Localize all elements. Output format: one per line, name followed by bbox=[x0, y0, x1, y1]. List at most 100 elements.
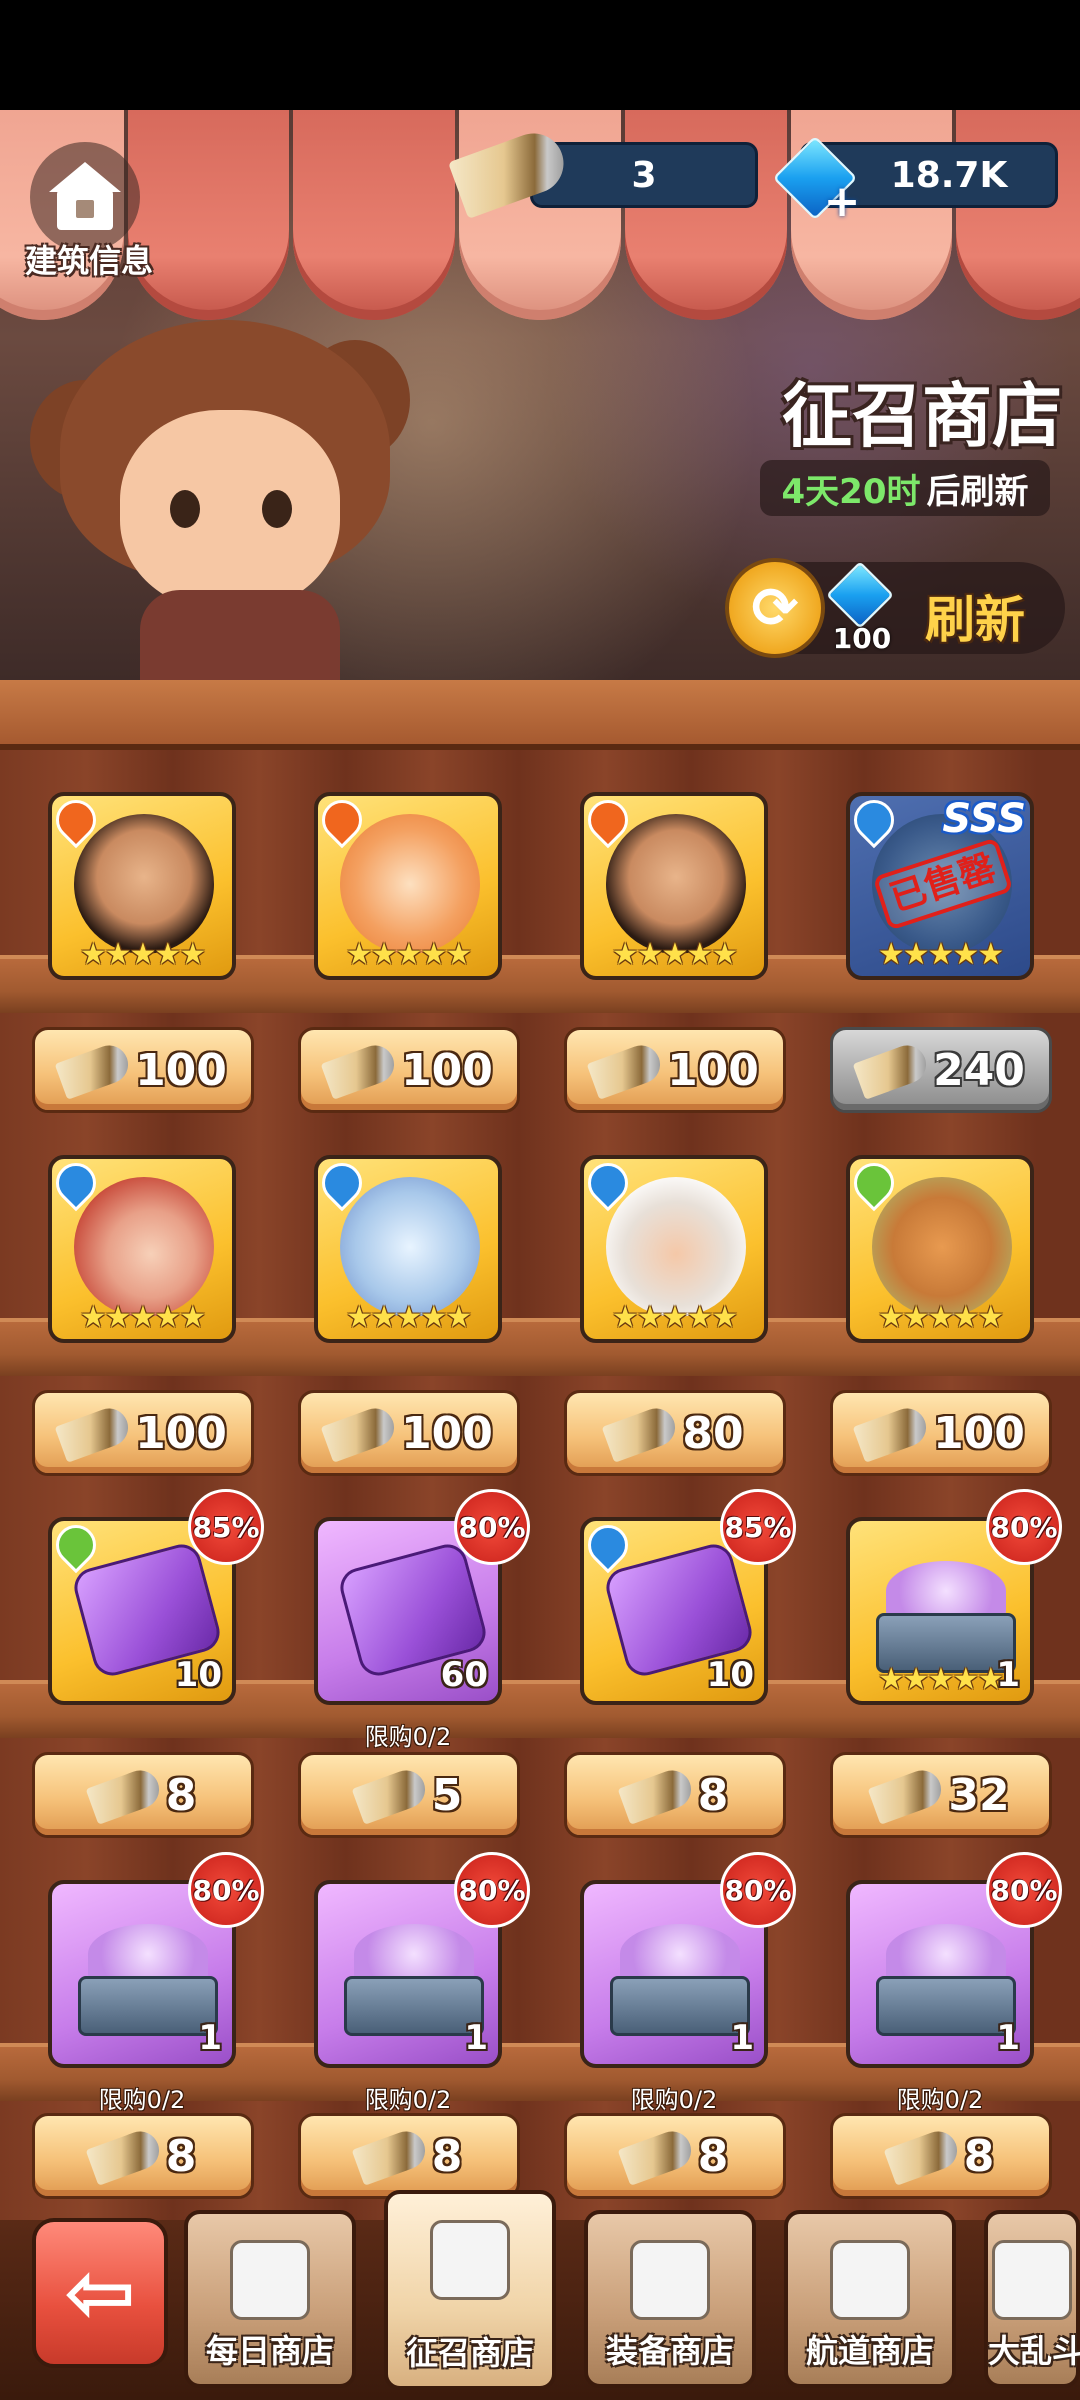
chest-box bbox=[344, 1976, 484, 2036]
tab-shop-1[interactable]: 征召商店 bbox=[384, 2190, 556, 2390]
price-value: 32 bbox=[948, 1769, 1010, 1821]
star-rating: ★★★★★ bbox=[611, 1300, 738, 1335]
hero-portrait bbox=[606, 1177, 746, 1317]
gem-amount: 18.7K bbox=[890, 154, 1008, 196]
price-value: 8 bbox=[697, 2130, 729, 2182]
discount-badge: 85% bbox=[720, 1489, 796, 1565]
item-card[interactable]: ★★★★★ bbox=[846, 1155, 1034, 1343]
back-arrow-icon: ⇦ bbox=[63, 2243, 137, 2343]
item-count: 10 bbox=[706, 1655, 754, 1695]
item-count: 10 bbox=[174, 1655, 222, 1695]
price-button[interactable]: 100 bbox=[564, 1027, 786, 1113]
chest-lid bbox=[88, 1924, 208, 1984]
star-rating: ★★★★★ bbox=[611, 937, 738, 972]
hero-portrait bbox=[74, 814, 214, 954]
horn-icon bbox=[85, 2126, 165, 2186]
chest-icon bbox=[344, 1924, 484, 2044]
price-value: 100 bbox=[933, 1407, 1025, 1459]
price-value: 240 bbox=[933, 1044, 1025, 1096]
horn-icon bbox=[617, 2126, 697, 2186]
price-button[interactable]: 100 bbox=[830, 1390, 1052, 1476]
tab-shop-4[interactable]: 大乱斗 bbox=[984, 2210, 1080, 2388]
discount-badge: 85% bbox=[188, 1489, 264, 1565]
horn-icon bbox=[85, 1765, 165, 1825]
item-count: 1 bbox=[730, 2018, 754, 2058]
chest-icon bbox=[78, 1924, 218, 2044]
item-card[interactable]: ★★★★★ bbox=[48, 1155, 236, 1343]
price-value: 100 bbox=[401, 1407, 493, 1459]
shop-tab-icon bbox=[630, 2240, 710, 2320]
tab-label: 装备商店 bbox=[605, 2332, 734, 2370]
chest-box bbox=[610, 1976, 750, 2036]
star-rating: ★★★★★ bbox=[79, 937, 206, 972]
shopkeeper-character bbox=[30, 300, 410, 680]
shop-tab-icon bbox=[230, 2240, 310, 2320]
price-value: 100 bbox=[667, 1044, 759, 1096]
price-button[interactable]: 100 bbox=[32, 1390, 254, 1476]
horn-icon bbox=[351, 2126, 431, 2186]
chest-lid bbox=[886, 1561, 1006, 1621]
refresh-icon[interactable]: ⟳ bbox=[725, 558, 825, 658]
price-value: 80 bbox=[682, 1407, 744, 1459]
house-icon bbox=[49, 162, 121, 232]
item-card[interactable]: ★★★★★ bbox=[580, 1155, 768, 1343]
refresh-label[interactable]: 刷新 bbox=[925, 580, 1025, 652]
purchase-limit: 限购0/2 bbox=[364, 1723, 452, 1751]
price-button[interactable]: 8 bbox=[830, 2113, 1052, 2199]
tier-badge: SSS bbox=[942, 796, 1026, 842]
price-button[interactable]: 8 bbox=[32, 2113, 254, 2199]
chest-lid bbox=[354, 1924, 474, 1984]
item-card[interactable]: ★★★★★ bbox=[314, 792, 502, 980]
horn-icon bbox=[54, 1403, 134, 1463]
star-rating: ★★★★★ bbox=[877, 1300, 1004, 1335]
price-button[interactable]: 8 bbox=[564, 2113, 786, 2199]
refresh-timer: 4天20时 后刷新 bbox=[760, 460, 1050, 516]
item-card[interactable]: ★★★★★ bbox=[314, 1155, 502, 1343]
star-rating: ★★★★★ bbox=[345, 937, 472, 972]
build-info-label: 建筑信息 bbox=[24, 242, 153, 280]
tab-shop-2[interactable]: 装备商店 bbox=[584, 2210, 756, 2388]
leaf-element-icon bbox=[52, 1521, 105, 1574]
price-button[interactable]: 100 bbox=[298, 1027, 520, 1113]
star-rating: ★★★★★ bbox=[345, 1300, 472, 1335]
shop-tab-icon bbox=[830, 2240, 910, 2320]
tab-label: 大乱斗 bbox=[988, 2332, 1080, 2370]
shelf-top-plank bbox=[0, 680, 1080, 750]
star-rating: ★★★★★ bbox=[79, 1300, 206, 1335]
refresh-time-value: 4天20时 bbox=[781, 471, 921, 512]
hero-portrait bbox=[340, 1177, 480, 1317]
price-button[interactable]: 8 bbox=[298, 2113, 520, 2199]
price-button[interactable]: 8 bbox=[32, 1752, 254, 1838]
price-button[interactable]: 100 bbox=[32, 1027, 254, 1113]
horn-icon bbox=[320, 1040, 400, 1100]
horn-icon bbox=[867, 1765, 947, 1825]
add-gem-icon[interactable]: + bbox=[822, 180, 862, 224]
price-button[interactable]: 8 bbox=[564, 1752, 786, 1838]
tab-shop-3[interactable]: 航道商店 bbox=[784, 2210, 956, 2388]
back-button[interactable]: ⇦ bbox=[32, 2218, 168, 2368]
price-value: 8 bbox=[165, 2130, 197, 2182]
item-count: 1 bbox=[996, 1655, 1020, 1695]
item-card[interactable]: ★★★★★ bbox=[580, 792, 768, 980]
hero-portrait bbox=[872, 1177, 1012, 1317]
purchase-limit: 限购0/2 bbox=[630, 2086, 718, 2114]
item-card[interactable]: ★★★★★ SSS 已售罄 bbox=[846, 792, 1034, 980]
price-value: 8 bbox=[963, 2130, 995, 2182]
price-button[interactable]: 5 bbox=[298, 1752, 520, 1838]
horn-icon bbox=[54, 1040, 134, 1100]
chest-box bbox=[876, 1976, 1016, 2036]
price-button[interactable]: 32 bbox=[830, 1752, 1052, 1838]
status-bar bbox=[0, 0, 1080, 110]
item-card[interactable]: ★★★★★ bbox=[48, 792, 236, 980]
refresh-cost: 100 bbox=[832, 622, 892, 655]
tab-label: 征召商店 bbox=[405, 2334, 534, 2372]
shop-title: 征召商店 bbox=[782, 375, 1062, 457]
price-value: 100 bbox=[135, 1407, 227, 1459]
horn-icon bbox=[852, 1403, 932, 1463]
price-button[interactable]: 240 bbox=[830, 1027, 1052, 1113]
tab-shop-0[interactable]: 每日商店 bbox=[184, 2210, 356, 2388]
price-button[interactable]: 100 bbox=[298, 1390, 520, 1476]
discount-badge: 80% bbox=[188, 1852, 264, 1928]
price-button[interactable]: 80 bbox=[564, 1390, 786, 1476]
tab-label: 航道商店 bbox=[805, 2332, 934, 2370]
